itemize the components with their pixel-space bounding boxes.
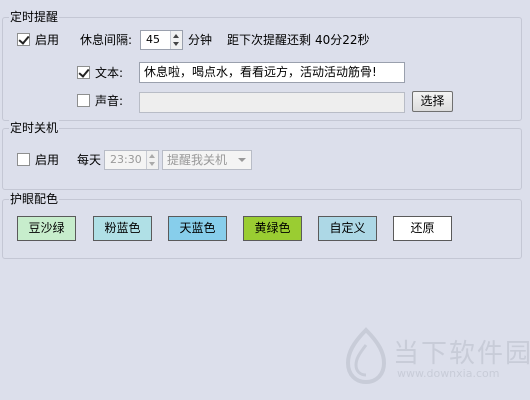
restore-button[interactable]: 还原	[393, 216, 452, 241]
swatch-bean-green-button[interactable]: 豆沙绿	[17, 216, 76, 241]
interval-label: 休息间隔:	[80, 33, 133, 47]
swatch-yellow-green-button[interactable]: 黄绿色	[243, 216, 302, 241]
shutdown-enable-checkbox[interactable]	[17, 153, 30, 166]
shutdown-action-select[interactable]: 提醒我关机	[162, 150, 252, 170]
reminder-group-title: 定时提醒	[9, 8, 60, 26]
interval-unit: 分钟	[188, 33, 213, 47]
text-label: 文本:	[95, 66, 124, 80]
sound-label: 声音:	[95, 94, 124, 108]
swatch-sky-blue-button[interactable]: 天蓝色	[168, 216, 227, 241]
reminder-enable-checkbox[interactable]	[17, 33, 30, 46]
arrow-up-icon[interactable]	[173, 34, 179, 38]
interval-stepper-arrows[interactable]	[170, 31, 182, 49]
shutdown-time-stepper[interactable]: 23:30	[104, 150, 159, 170]
sound-path-input[interactable]	[139, 92, 405, 113]
chevron-down-icon	[238, 158, 246, 162]
reminder-text-input[interactable]: 休息啦，喝点水，看看远方，活动活动筋骨!	[139, 62, 405, 83]
interval-stepper[interactable]: 45	[140, 30, 183, 50]
daily-label: 每天	[77, 153, 102, 167]
shutdown-time-arrows[interactable]	[146, 151, 158, 169]
next-reminder-label: 距下次提醒还剩	[227, 33, 312, 47]
arrow-up-icon[interactable]	[149, 154, 155, 158]
next-reminder-value: 40分22秒	[315, 33, 370, 47]
shutdown-enable-label: 启用	[35, 153, 60, 167]
shutdown-action-value: 提醒我关机	[167, 153, 228, 167]
swatch-custom-button[interactable]: 自定义	[318, 216, 377, 241]
watermark-logo-icon	[345, 327, 387, 385]
watermark-text: 当下软件园	[393, 339, 530, 369]
shutdown-time-value: 23:30	[110, 153, 142, 166]
choose-sound-button[interactable]: 选择	[412, 91, 453, 112]
swatch-powder-blue-button[interactable]: 粉蓝色	[93, 216, 152, 241]
interval-value: 45	[146, 33, 160, 46]
watermark-url: www.downxia.com	[397, 367, 500, 380]
eye-care-group-title: 护眼配色	[9, 190, 60, 208]
arrow-down-icon[interactable]	[149, 162, 155, 166]
text-enable-checkbox[interactable]	[77, 66, 90, 79]
reminder-enable-label: 启用	[35, 33, 60, 47]
shutdown-group-title: 定时关机	[9, 119, 60, 137]
sound-enable-checkbox[interactable]	[77, 94, 90, 107]
watermark: 当下软件园 www.downxia.com	[343, 325, 530, 390]
arrow-down-icon[interactable]	[173, 42, 179, 46]
